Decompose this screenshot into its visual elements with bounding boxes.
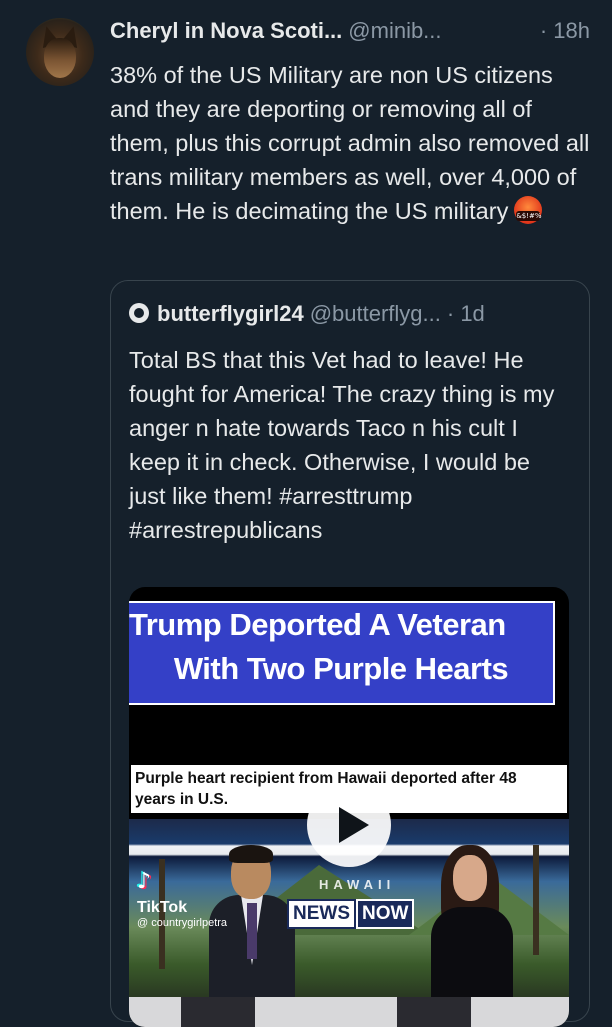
tiktok-username: @ countrygirlpetra [137, 917, 228, 929]
tiktok-brand: TikTok [137, 899, 188, 916]
news-label: NEWS [287, 899, 356, 929]
quoted-post-header: butterflygirl24 @butterflyg... · 1d [129, 301, 571, 327]
backdrop-palm-tree [533, 845, 539, 955]
banner-line-1: Trump Deported A Veteran [129, 607, 506, 642]
post-body: 38% of the US Military are non US citize… [110, 58, 590, 228]
post-time[interactable]: · 18h [540, 18, 590, 44]
studio-sign: HAWAII [319, 877, 396, 892]
quoted-post-text: Total BS that this Vet had to leave! He … [129, 347, 555, 543]
tiktok-watermark: ♪ TikTok @ countrygirlpetra [137, 869, 227, 929]
quoted-author-name[interactable]: butterflygirl24 [157, 301, 304, 326]
avatar-dog-face [44, 38, 76, 78]
banner-line-2: With Two Purple Hearts [173, 651, 509, 686]
anchor-head [453, 855, 487, 901]
quoted-post-time[interactable]: · 1d [447, 301, 485, 326]
desk-laptop [181, 997, 255, 1027]
play-icon[interactable] [307, 783, 391, 867]
quoted-post[interactable]: butterflygirl24 @butterflyg... · 1d Total … [110, 280, 590, 1027]
emoji-symbols: &$!#% [516, 211, 542, 221]
post-header: Cheryl in Nova Scoti... @minib... · 18h [110, 18, 590, 52]
author-name[interactable]: Cheryl in Nova Scoti... [110, 18, 342, 43]
quoted-author-handle[interactable]: @butterflyg... [310, 301, 441, 326]
video-title-banner: Trump Deported A Veteran With Two Purple… [129, 601, 555, 705]
anchor-hair [229, 845, 273, 863]
angry-cursing-face-emoji-icon: &$!#% [514, 196, 543, 224]
video-thumbnail[interactable]: Trump Deported A Veteran With Two Purple… [129, 587, 569, 1027]
post[interactable]: Cheryl in Nova Scoti... @minib... · 18h 3… [0, 0, 612, 1027]
anchor-tie [247, 903, 257, 959]
news-now-logo: NEWS NOW [287, 899, 415, 929]
desk-laptop [397, 997, 471, 1027]
now-label: NOW [356, 899, 415, 929]
tiktok-logo-icon: ♪ [137, 869, 152, 894]
author-avatar[interactable] [26, 18, 94, 86]
quoted-author-avatar[interactable] [129, 303, 149, 323]
author-handle[interactable]: @minib... [348, 18, 441, 43]
